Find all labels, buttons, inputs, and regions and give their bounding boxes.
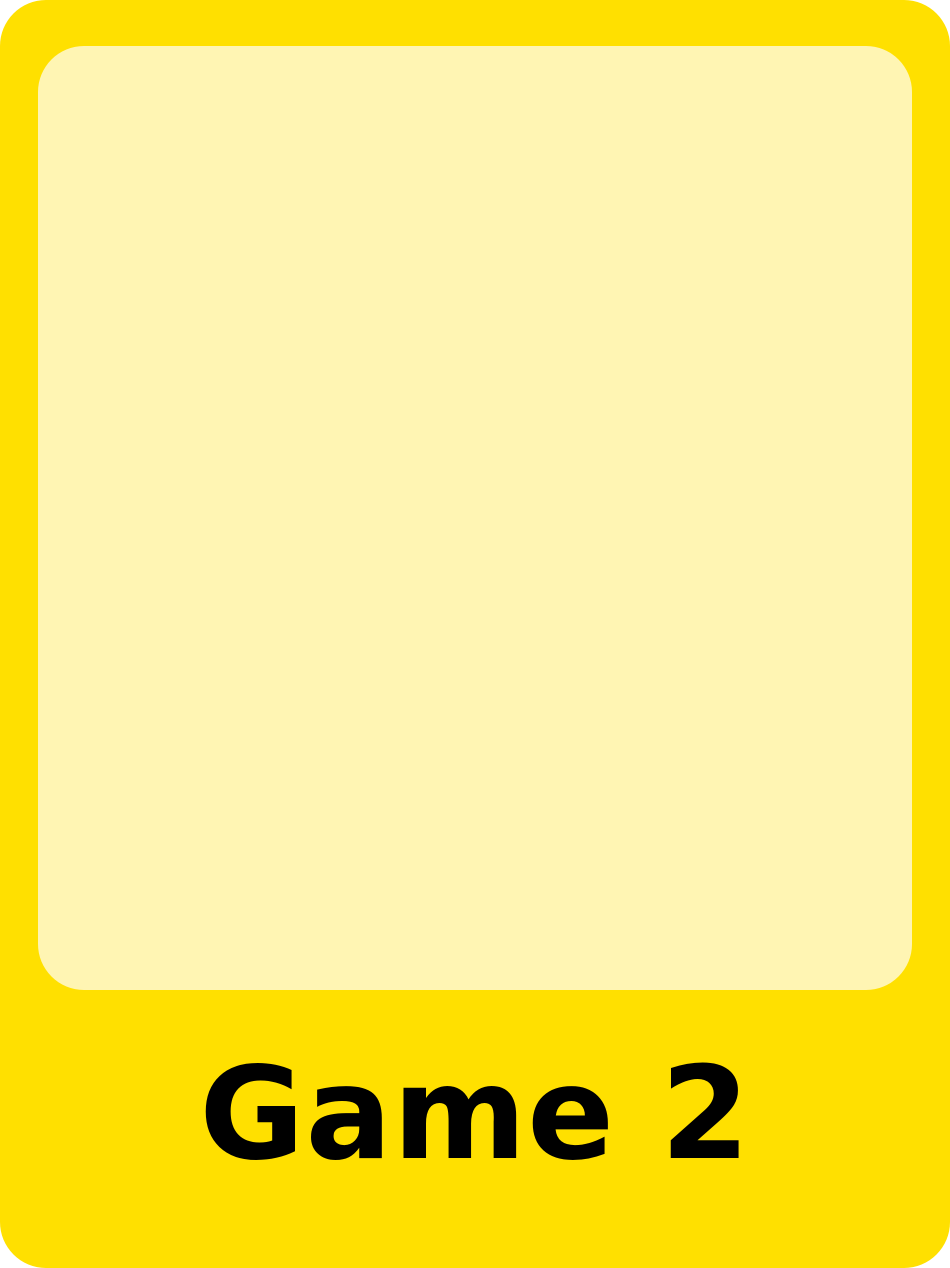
card-image-placeholder <box>38 46 912 990</box>
game-card[interactable]: Game 2 <box>0 0 950 1268</box>
card-title: Game 2 <box>199 1040 751 1189</box>
